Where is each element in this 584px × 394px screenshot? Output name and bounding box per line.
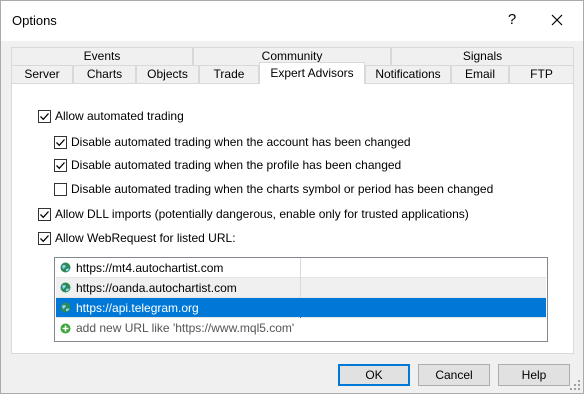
url-list-item[interactable]: https://mt4.autochartist.com (56, 257, 546, 278)
checkmark-icon (56, 161, 65, 169)
checkmark-icon (56, 138, 65, 146)
disable-on-account-change-label: Disable automated trading when the accou… (71, 135, 411, 149)
options-dialog: Options ? Events Community Signals Serve… (0, 0, 584, 394)
tab-charts[interactable]: Charts (73, 65, 136, 83)
allow-webrequest-option[interactable]: Allow WebRequest for listed URL: (38, 230, 236, 246)
disable-on-symbol-change-label: Disable automated trading when the chart… (71, 182, 494, 196)
disable-on-account-change-checkbox[interactable] (54, 135, 67, 149)
globe-icon (60, 302, 71, 313)
tab-expert-advisors[interactable]: Expert Advisors (259, 62, 365, 84)
tab-ftp[interactable]: FTP (509, 65, 574, 83)
disable-on-account-change-option[interactable]: Disable automated trading when the accou… (54, 134, 411, 150)
title-bar: Options ? (1, 1, 583, 41)
url-text: https://mt4.autochartist.com (76, 260, 224, 275)
disable-on-symbol-change-option[interactable]: Disable automated trading when the chart… (54, 181, 493, 197)
window-title: Options (12, 13, 57, 28)
tab-trade[interactable]: Trade (199, 65, 259, 83)
checkmark-icon (40, 210, 49, 218)
allow-dll-imports-option[interactable]: Allow DLL imports (potentially dangerous… (38, 206, 469, 222)
help-title-button[interactable]: ? (494, 4, 530, 36)
help-button[interactable]: Help (498, 364, 570, 386)
tab-notifications[interactable]: Notifications (365, 65, 451, 83)
disable-on-profile-change-label: Disable automated trading when the profi… (71, 158, 402, 172)
disable-on-profile-change-checkbox[interactable] (54, 158, 67, 172)
expert-advisors-panel: Allow automated trading Disable automate… (11, 83, 574, 354)
resize-grip-icon[interactable] (570, 380, 580, 390)
close-button[interactable] (539, 4, 575, 36)
close-icon (551, 14, 563, 26)
allow-dll-imports-checkbox[interactable] (38, 207, 51, 221)
add-icon (60, 323, 71, 333)
tab-server[interactable]: Server (11, 65, 73, 83)
allow-webrequest-checkbox[interactable] (38, 231, 51, 245)
disable-on-symbol-change-checkbox[interactable] (54, 182, 67, 196)
add-url-label: add new URL like 'https://www.mql5.com' (76, 321, 295, 335)
tab-email[interactable]: Email (451, 65, 509, 83)
cancel-button[interactable]: Cancel (418, 364, 490, 386)
tab-objects[interactable]: Objects (136, 65, 199, 83)
checkmark-icon (40, 112, 49, 120)
url-text: https://api.telegram.org (76, 300, 199, 315)
url-text: https://oanda.autochartist.com (76, 280, 237, 295)
allow-automated-trading-label: Allow automated trading (55, 109, 184, 123)
allow-dll-imports-label: Allow DLL imports (potentially dangerous… (55, 207, 469, 221)
tab-row-bottom: Server Charts Objects Trade Expert Advis… (11, 62, 574, 84)
add-url-row[interactable]: add new URL like 'https://www.mql5.com' (56, 318, 546, 338)
allow-automated-trading-checkbox[interactable] (38, 109, 51, 123)
globe-icon (60, 282, 71, 293)
tab-signals[interactable]: Signals (391, 47, 574, 65)
allow-webrequest-label: Allow WebRequest for listed URL: (55, 231, 236, 245)
ok-button[interactable]: OK (338, 364, 410, 386)
disable-on-profile-change-option[interactable]: Disable automated trading when the profi… (54, 157, 401, 173)
allow-automated-trading-option[interactable]: Allow automated trading (38, 108, 184, 124)
url-list-item-selected[interactable]: https://api.telegram.org (56, 297, 546, 318)
globe-icon (60, 262, 71, 273)
tab-events[interactable]: Events (11, 47, 193, 65)
checkmark-icon (40, 234, 49, 242)
url-list-item[interactable]: https://oanda.autochartist.com (56, 277, 546, 298)
url-list[interactable]: https://mt4.autochartist.com https://oan… (54, 257, 548, 342)
